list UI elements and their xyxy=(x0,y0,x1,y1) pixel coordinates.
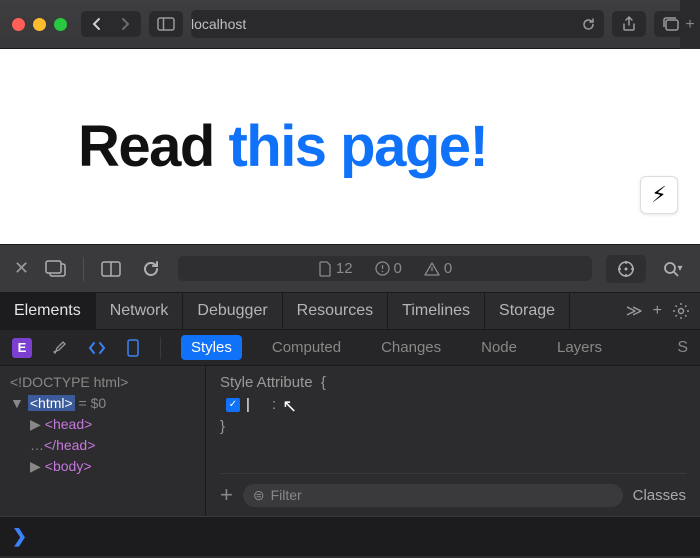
resources-counter[interactable]: 12 xyxy=(318,260,353,277)
styles-filter-row: + ⊜ Filter Classes xyxy=(220,473,686,508)
cursor-icon: ↖ xyxy=(282,396,297,417)
devtools-panels: <!DOCTYPE html> ▼<html> = $0 ▶<head> …</… xyxy=(0,366,700,516)
browser-toolbar: localhost xyxy=(0,0,700,49)
warnings-counter[interactable]: 0 xyxy=(424,260,452,277)
lightning-badge[interactable]: ⚡︎ xyxy=(640,176,678,214)
style-attribute-header[interactable]: Style Attribute { xyxy=(220,374,686,391)
styles-filter-input[interactable]: ⊜ Filter xyxy=(243,484,623,507)
heading-part-2: this page! xyxy=(228,114,487,179)
tabs-overflow-icon[interactable]: ≫ xyxy=(626,301,643,321)
nav-back-forward xyxy=(81,11,141,37)
devtools-counters: 12 0 0 xyxy=(178,256,592,281)
search-icon[interactable]: ▾ xyxy=(660,256,686,282)
console-prompt-icon: ❯ xyxy=(12,526,27,547)
console-bar[interactable]: ❯ xyxy=(0,516,700,556)
sub-tab-search-partial: S xyxy=(677,339,688,357)
toolbar-right-buttons xyxy=(612,11,688,37)
device-icon[interactable] xyxy=(126,339,140,357)
devtools-tabs: Elements Network Debugger Resources Time… xyxy=(0,292,700,330)
dom-head-close[interactable]: …</head> xyxy=(10,435,195,456)
dock-side-icon[interactable] xyxy=(43,256,69,282)
dom-head-open[interactable]: ▶<head> xyxy=(10,414,195,435)
element-badge[interactable]: E xyxy=(12,338,32,358)
elements-sub-tabs: E Styles Computed Changes Node Layers S xyxy=(0,330,700,366)
tab-storage[interactable]: Storage xyxy=(485,293,570,329)
page-content: Read this page! ⚡︎ xyxy=(0,49,700,244)
dom-doctype[interactable]: <!DOCTYPE html> xyxy=(10,372,195,393)
sub-tab-node[interactable]: Node xyxy=(471,335,527,360)
heading-part-1: Read xyxy=(78,114,228,179)
separator xyxy=(160,337,161,359)
tab-network[interactable]: Network xyxy=(96,293,184,329)
style-property-input[interactable] xyxy=(246,396,266,413)
separator xyxy=(83,257,84,281)
page-heading: Read this page! xyxy=(78,113,487,180)
add-rule-button[interactable]: + xyxy=(220,482,233,508)
back-button[interactable] xyxy=(81,11,111,37)
sub-tab-styles[interactable]: Styles xyxy=(181,335,242,360)
minimize-window-icon[interactable] xyxy=(33,18,46,31)
address-bar[interactable]: localhost xyxy=(191,10,604,38)
settings-gear-icon[interactable] xyxy=(672,302,690,320)
dom-body[interactable]: ▶<body> xyxy=(10,456,195,477)
style-brace-close: } xyxy=(220,418,686,435)
tab-elements[interactable]: Elements xyxy=(0,293,96,329)
new-tab-button[interactable]: + xyxy=(680,0,700,49)
tab-debugger[interactable]: Debugger xyxy=(183,293,282,329)
close-window-icon[interactable] xyxy=(12,18,25,31)
close-devtools-button[interactable]: ✕ xyxy=(14,258,29,279)
maximize-window-icon[interactable] xyxy=(54,18,67,31)
style-checkbox-icon[interactable]: ✓ xyxy=(226,398,240,412)
style-rule-line[interactable]: ✓ : ↖ xyxy=(226,394,686,415)
reload-icon[interactable] xyxy=(581,17,596,32)
filter-icon: ⊜ xyxy=(253,487,265,504)
reload-devtools-icon[interactable] xyxy=(138,256,164,282)
sub-tab-changes[interactable]: Changes xyxy=(371,335,451,360)
dom-html[interactable]: ▼<html> = $0 xyxy=(10,393,195,414)
forward-button[interactable] xyxy=(111,11,141,37)
sub-tab-layers[interactable]: Layers xyxy=(547,335,612,360)
tab-timelines[interactable]: Timelines xyxy=(388,293,485,329)
add-tab-icon[interactable]: + xyxy=(653,302,662,320)
devtools-toolbar: ✕ 12 0 0 ▾ xyxy=(0,244,700,292)
window-traffic-lights xyxy=(12,18,67,31)
errors-counter[interactable]: 0 xyxy=(375,260,402,277)
code-icon[interactable] xyxy=(88,341,106,355)
element-picker-button[interactable] xyxy=(606,255,646,283)
responsive-mode-icon[interactable] xyxy=(98,256,124,282)
styles-panel: Style Attribute { ✓ : ↖ } + ⊜ Filter Cla… xyxy=(205,366,700,516)
brush-icon[interactable] xyxy=(52,340,68,356)
sidebar-toggle-button[interactable] xyxy=(149,11,183,37)
address-text: localhost xyxy=(191,16,246,32)
classes-toggle[interactable]: Classes xyxy=(633,487,686,504)
dom-tree[interactable]: <!DOCTYPE html> ▼<html> = $0 ▶<head> …</… xyxy=(0,366,205,516)
share-button[interactable] xyxy=(612,11,646,37)
sub-tab-computed[interactable]: Computed xyxy=(262,335,351,360)
tab-resources[interactable]: Resources xyxy=(283,293,388,329)
lightning-icon: ⚡︎ xyxy=(651,182,666,208)
